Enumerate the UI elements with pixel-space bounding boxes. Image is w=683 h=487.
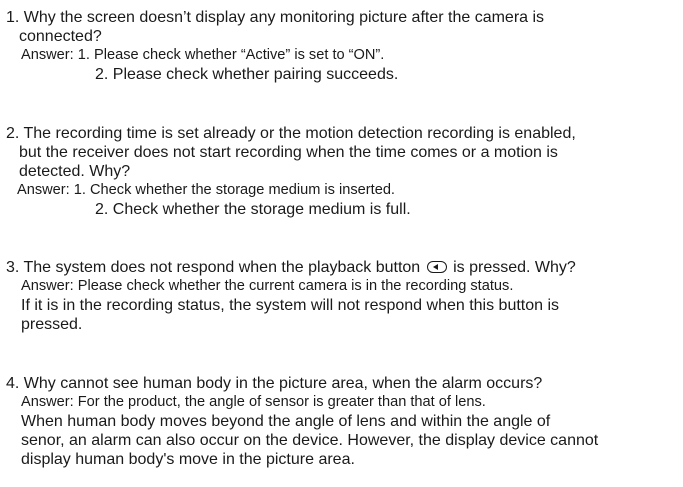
answer-3-line-2: pressed. xyxy=(21,316,83,333)
question-3-text-after-icon: is pressed. Why? xyxy=(453,259,576,276)
faq-item-4: 4. Why cannot see human body in the pict… xyxy=(6,374,681,469)
faq-answer-3: Answer: Please check whether the current… xyxy=(21,278,514,294)
faq-answer-1: Answer: 1. Please check whether “Active”… xyxy=(21,47,385,63)
question-1-line-2: connected? xyxy=(19,28,102,45)
faq-item-1: 1. Why the screen doesn’t display any mo… xyxy=(6,8,681,84)
faq-answer-4-continued: When human body moves beyond the angle o… xyxy=(6,412,681,469)
faq-answer-2-item-2: 2. Check whether the storage medium is f… xyxy=(95,201,411,218)
faq-answer-1-item-2: 2. Please check whether pairing succeeds… xyxy=(95,66,399,83)
playback-button-icon xyxy=(426,261,447,273)
faq-question-4: 4. Why cannot see human body in the pict… xyxy=(6,375,543,392)
question-3-text-before-icon: 3. The system does not respond when the … xyxy=(6,259,421,276)
faq-item-3: 3. The system does not respond when the … xyxy=(6,258,681,334)
faq-answer-3-continued: If it is in the recording status, the sy… xyxy=(6,296,681,334)
question-2-line-2: but the receiver does not start recordin… xyxy=(19,144,558,161)
question-2-line-3: detected. Why? xyxy=(19,163,131,180)
question-2-line-1: 2. The recording time is set already or … xyxy=(6,125,576,142)
question-1-line-1: 1. Why the screen doesn’t display any mo… xyxy=(6,9,545,26)
faq-question-2: 2. The recording time is set already or … xyxy=(6,124,681,181)
answer-3-line-1: If it is in the recording status, the sy… xyxy=(21,297,560,314)
faq-question-3: 3. The system does not respond when the … xyxy=(6,258,681,277)
faq-question-1: 1. Why the screen doesn’t display any mo… xyxy=(6,8,681,46)
answer-4-line-3: display human body's move in the picture… xyxy=(21,451,355,468)
faq-item-2: 2. The recording time is set already or … xyxy=(6,124,681,219)
faq-answer-2: Answer: 1. Check whether the storage med… xyxy=(17,182,395,198)
answer-4-line-1: When human body moves beyond the angle o… xyxy=(21,413,551,430)
answer-4-line-2: senor, an alarm can also occur on the de… xyxy=(21,432,599,449)
faq-answer-4: Answer: For the product, the angle of se… xyxy=(21,394,486,410)
